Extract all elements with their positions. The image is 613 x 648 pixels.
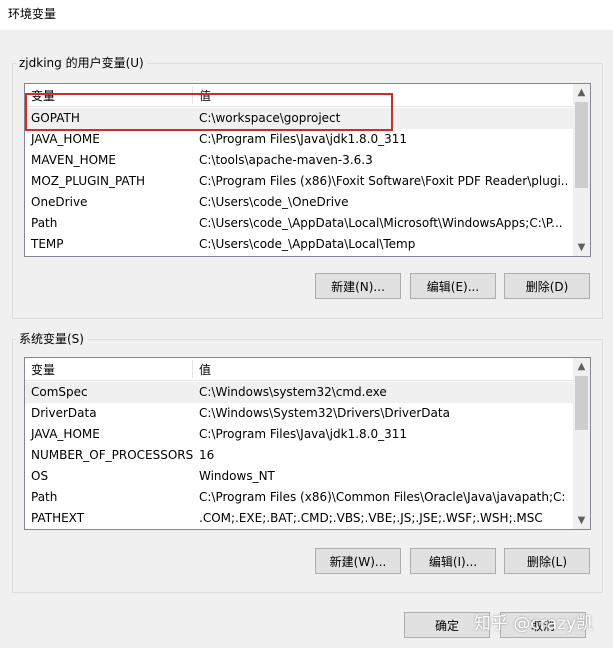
var-name: NUMBER_OF_PROCESSORS [31, 448, 194, 462]
scroll-up-icon[interactable]: ▲ [573, 84, 590, 101]
scroll-thumb[interactable] [575, 102, 588, 188]
scroll-down-icon[interactable]: ▼ [573, 512, 590, 529]
user-vars-label: zjdking 的用户变量(U) [16, 54, 147, 71]
var-name: OneDrive [31, 195, 88, 209]
user-vars-header: 变量 值 [25, 84, 590, 107]
user-edit-button[interactable]: 编辑(E)... [410, 273, 496, 299]
var-value: C:\tools\apache-maven-3.6.3 [199, 153, 373, 167]
system-var-row[interactable]: NUMBER_OF_PROCESSORS 16 [25, 445, 573, 466]
var-value: C:\Program Files (x86)\Foxit Software\Fo… [199, 174, 567, 188]
system-new-button[interactable]: 新建(W)... [315, 548, 401, 574]
var-value: .COM;.EXE;.BAT;.CMD;.VBS;.VBE;.JS;.JSE;.… [199, 511, 543, 525]
column-header-value[interactable]: 值 [199, 87, 211, 104]
var-name: JAVA_HOME [31, 132, 100, 146]
var-value: C:\workspace\goproject [199, 111, 341, 125]
var-name: TEMP [31, 237, 64, 251]
system-var-row[interactable]: ComSpec C:\Windows\system32\cmd.exe [25, 382, 573, 403]
user-var-row[interactable]: MOZ_PLUGIN_PATH C:\Program Files (x86)\F… [25, 171, 573, 192]
system-vars-label: 系统变量(S) [16, 330, 87, 347]
system-var-row[interactable]: JAVA_HOME C:\Program Files\Java\jdk1.8.0… [25, 424, 573, 445]
system-edit-button[interactable]: 编辑(I)... [410, 548, 496, 574]
column-divider[interactable] [192, 360, 193, 378]
var-value: C:\Program Files\Java\jdk1.8.0_311 [199, 427, 408, 441]
title-bar: 环境变量 [0, 0, 613, 30]
scroll-down-icon[interactable]: ▼ [573, 239, 590, 256]
var-value: C:\Program Files (x86)\Common Files\Orac… [199, 490, 567, 504]
var-name: MOZ_PLUGIN_PATH [31, 174, 146, 188]
watermark: 知乎 @crazy凯 [474, 614, 594, 634]
system-vars-scrollbar[interactable]: ▲ ▼ [573, 358, 590, 529]
system-var-row[interactable]: PATHEXT .COM;.EXE;.BAT;.CMD;.VBS;.VBE;.J… [25, 508, 573, 529]
column-header-variable[interactable]: 变量 [31, 361, 55, 378]
var-name: Path [31, 216, 58, 230]
user-var-row[interactable]: JAVA_HOME C:\Program Files\Java\jdk1.8.0… [25, 129, 573, 150]
system-vars-list[interactable]: 变量 值 ComSpec C:\Windows\system32\cmd.exe… [24, 357, 591, 530]
var-name: PATHEXT [31, 511, 85, 525]
user-vars-list[interactable]: 变量 值 GOPATH C:\workspace\goproject JAVA_… [24, 83, 591, 257]
column-header-value[interactable]: 值 [199, 361, 211, 378]
var-value: Windows_NT [199, 469, 275, 483]
var-value: C:\Windows\system32\cmd.exe [199, 385, 387, 399]
user-var-row-gopath[interactable]: GOPATH C:\workspace\goproject [25, 108, 573, 129]
var-name: OS [31, 469, 49, 483]
var-name: JAVA_HOME [31, 427, 100, 441]
system-var-row[interactable]: DriverData C:\Windows\System32\Drivers\D… [25, 403, 573, 424]
system-vars-header: 变量 值 [25, 358, 590, 381]
system-var-row[interactable]: Path C:\Program Files (x86)\Common Files… [25, 487, 573, 508]
var-name: GOPATH [31, 111, 80, 125]
var-name: Path [31, 490, 58, 504]
var-value: 16 [199, 448, 215, 462]
var-name: ComSpec [31, 385, 88, 399]
user-var-row[interactable]: TEMP C:\Users\code_\AppData\Local\Temp [25, 234, 573, 255]
var-value: C:\Users\code_\AppData\Local\Microsoft\W… [199, 216, 563, 230]
var-name: MAVEN_HOME [31, 153, 116, 167]
var-value: C:\Users\code_\AppData\Local\Temp [199, 237, 416, 251]
var-value: C:\Program Files\Java\jdk1.8.0_311 [199, 132, 408, 146]
user-var-row[interactable]: MAVEN_HOME C:\tools\apache-maven-3.6.3 [25, 150, 573, 171]
column-header-variable[interactable]: 变量 [31, 87, 55, 104]
user-vars-scrollbar[interactable]: ▲ ▼ [573, 84, 590, 256]
user-var-row[interactable]: OneDrive C:\Users\code_\OneDrive [25, 192, 573, 213]
scroll-up-icon[interactable]: ▲ [573, 358, 590, 375]
user-var-row[interactable]: Path C:\Users\code_\AppData\Local\Micros… [25, 213, 573, 234]
system-delete-button[interactable]: 删除(L) [504, 548, 590, 574]
var-value: C:\Users\code_\OneDrive [199, 195, 349, 209]
column-divider[interactable] [192, 86, 193, 104]
system-var-row[interactable]: OS Windows_NT [25, 466, 573, 487]
scroll-thumb[interactable] [575, 376, 588, 430]
user-new-button[interactable]: 新建(N)... [315, 273, 401, 299]
var-name: DriverData [31, 406, 97, 420]
user-delete-button[interactable]: 删除(D) [504, 273, 590, 299]
var-value: C:\Windows\System32\Drivers\DriverData [199, 406, 450, 420]
window-title: 环境变量 [8, 7, 57, 21]
